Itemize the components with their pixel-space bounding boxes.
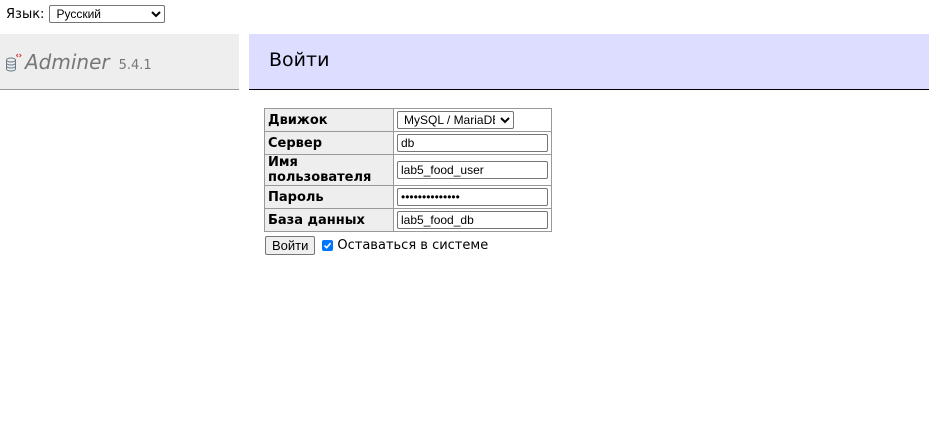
password-label: Пароль — [264, 185, 394, 209]
page-title: Войти — [269, 49, 330, 71]
username-input[interactable] — [397, 161, 548, 179]
logo[interactable]: Adminer 5.4.1 — [5, 50, 152, 74]
language-bar: Язык: Русский — [6, 5, 166, 23]
username-cell — [393, 154, 552, 186]
driver-cell: MySQL / MariaDB — [393, 108, 552, 132]
form-row-driver: Движок MySQL / MariaDB — [264, 108, 552, 132]
driver-label: Движок — [264, 108, 394, 132]
form-row-username: Имя пользователя — [264, 154, 552, 186]
language-label: Язык: — [6, 6, 45, 22]
server-label: Сервер — [264, 131, 394, 155]
form-row-server: Сервер — [264, 131, 552, 155]
content-header: Войти — [249, 34, 929, 90]
database-label: База данных — [264, 208, 394, 232]
database-cell — [393, 208, 552, 232]
remember-checkbox[interactable] — [322, 240, 334, 251]
remember-label: Оставаться в системе — [337, 238, 489, 253]
form-row-database: База данных — [264, 208, 552, 232]
login-form-table: Движок MySQL / MariaDB Сервер Имя пользо… — [264, 108, 552, 232]
form-row-password: Пароль — [264, 185, 552, 209]
database-input[interactable] — [397, 211, 548, 229]
app-name[interactable]: Adminer — [25, 50, 110, 74]
login-button[interactable]: Войти — [265, 236, 316, 255]
sidebar-header: Adminer 5.4.1 — [0, 34, 239, 90]
app-version[interactable]: 5.4.1 — [119, 58, 152, 73]
password-input[interactable] — [397, 188, 548, 206]
server-cell — [393, 131, 552, 155]
driver-select[interactable]: MySQL / MariaDB — [397, 111, 514, 129]
language-select[interactable]: Русский — [49, 5, 166, 23]
remember-me[interactable]: Оставаться в системе — [322, 238, 488, 253]
database-icon — [6, 53, 22, 72]
server-input[interactable] — [397, 134, 548, 152]
password-cell — [393, 185, 552, 209]
checkmark-icon — [324, 242, 332, 249]
form-actions: Войти Оставаться в системе — [265, 236, 488, 255]
username-label: Имя пользователя — [264, 154, 394, 186]
